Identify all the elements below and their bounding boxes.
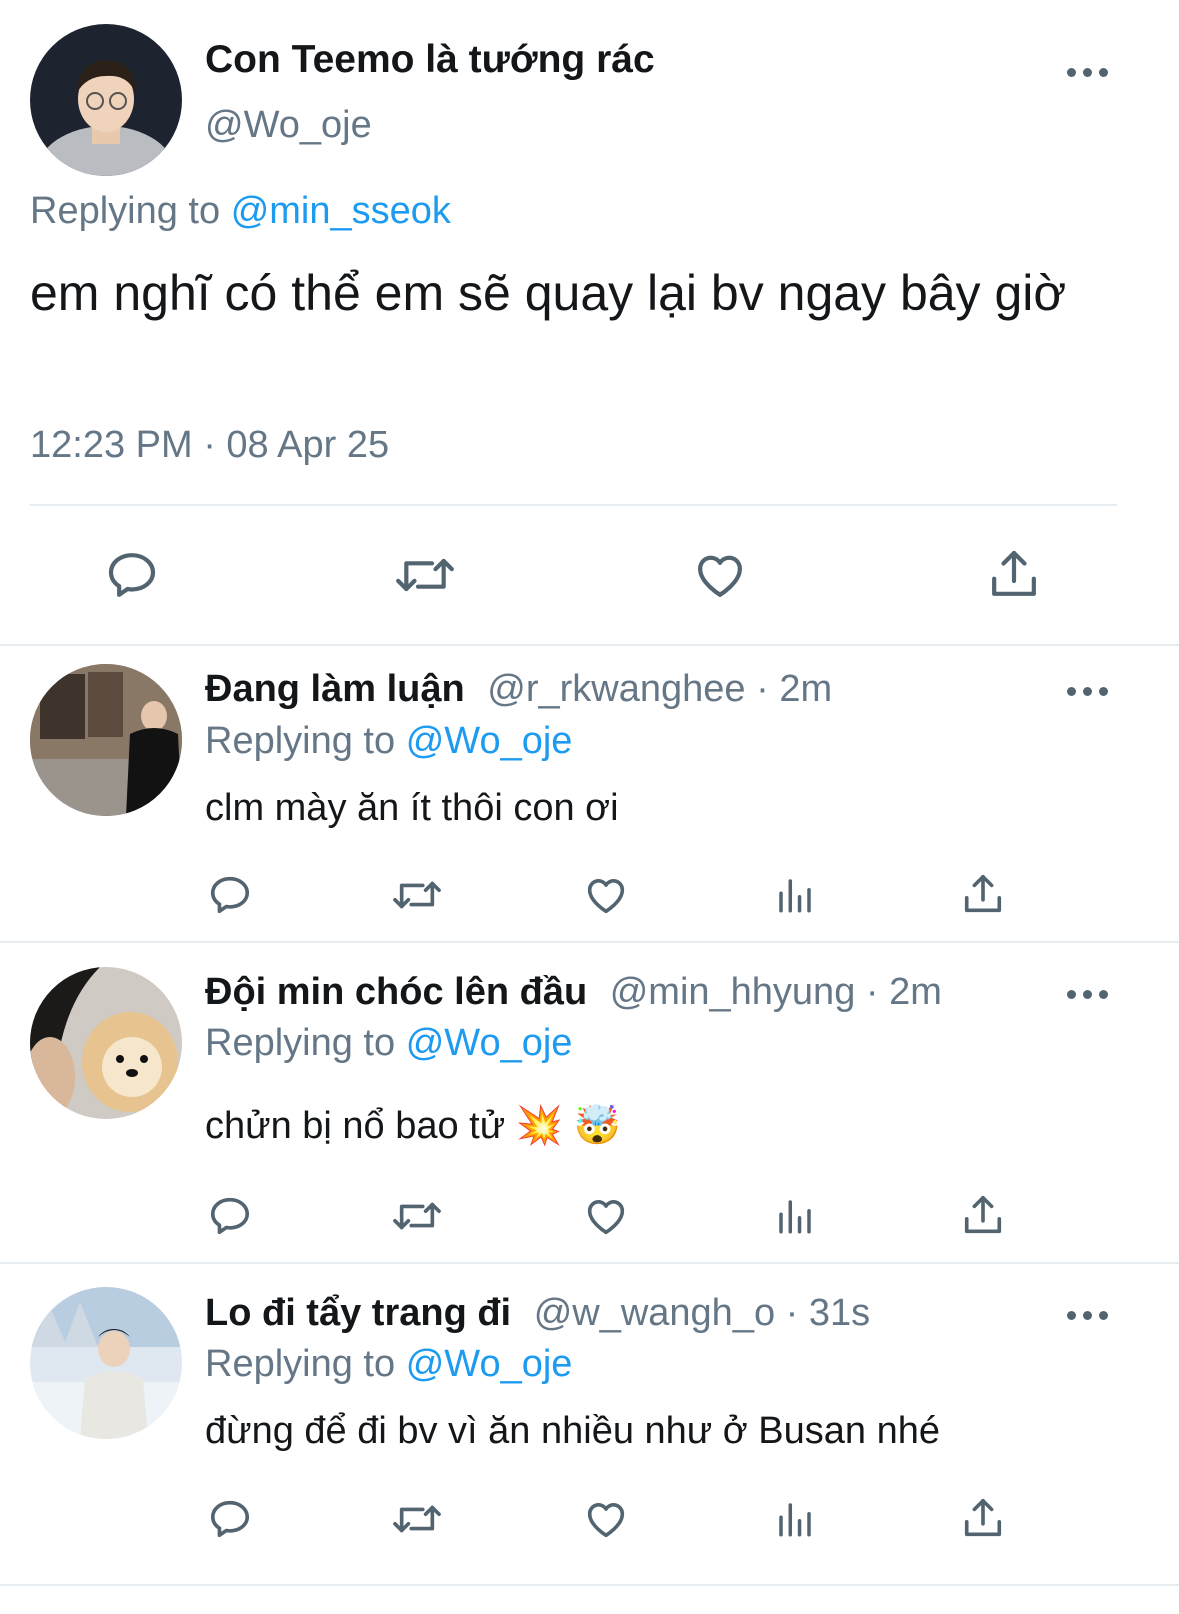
reply-display-name[interactable]: Đang làm luận <box>205 668 465 710</box>
reply-handle[interactable]: @w_wangh_o <box>534 1292 775 1334</box>
like-icon[interactable] <box>582 1496 630 1542</box>
main-replying-line: Replying to @min_sseok <box>30 190 451 233</box>
section-divider <box>0 644 1179 646</box>
reply-handle[interactable]: @min_hhyung <box>610 971 856 1013</box>
like-icon[interactable] <box>582 1193 630 1239</box>
like-icon[interactable] <box>582 872 630 918</box>
retweet-icon[interactable] <box>394 547 456 603</box>
reply-header: Đang làm luận @r_rkwanghee · 2m <box>205 668 832 711</box>
share-icon[interactable] <box>960 1191 1006 1239</box>
reply-handle[interactable]: @r_rkwanghee <box>487 668 745 710</box>
replying-prefix: Replying to <box>205 720 396 762</box>
main-timestamp[interactable]: 12:23 PM · 08 Apr 25 <box>30 424 389 467</box>
reply-text: clm mày ăn ít thôi con ơi <box>205 787 619 829</box>
reply-avatar[interactable] <box>30 664 182 816</box>
reply-icon[interactable] <box>207 1193 253 1239</box>
more-icon[interactable] <box>1067 990 1108 999</box>
reply-header: Lo đi tẩy trang đi @w_wangh_o · 31s <box>205 1292 870 1335</box>
like-icon[interactable] <box>691 547 749 603</box>
replying-handle-link[interactable]: @Wo_oje <box>406 1022 573 1064</box>
timestamp-divider <box>30 504 1117 506</box>
retweet-icon[interactable] <box>391 872 443 918</box>
replying-prefix: Replying to <box>205 1022 396 1064</box>
main-display-name[interactable]: Con Teemo là tướng rác <box>205 38 655 82</box>
analytics-icon[interactable] <box>774 1193 816 1239</box>
reply-icon[interactable] <box>207 872 253 918</box>
reply-replying-line: Replying to @Wo_oje <box>205 1343 572 1386</box>
reply-avatar[interactable] <box>30 967 182 1119</box>
more-icon[interactable] <box>1067 68 1108 77</box>
retweet-icon[interactable] <box>391 1193 443 1239</box>
reply-text: đừng để đi bv vì ăn nhiều như ở Busan nh… <box>205 1410 940 1452</box>
replying-handle-link[interactable]: @min_sseok <box>231 190 451 232</box>
replying-handle-link[interactable]: @Wo_oje <box>406 720 573 762</box>
reply-display-name[interactable]: Đội min chóc lên đầu <box>205 971 587 1013</box>
more-icon[interactable] <box>1067 687 1108 696</box>
analytics-icon[interactable] <box>774 1496 816 1542</box>
reply-display-name[interactable]: Lo đi tẩy trang đi <box>205 1292 511 1334</box>
reply-time[interactable]: · 31s <box>786 1292 870 1334</box>
reply-divider <box>0 941 1179 943</box>
analytics-icon[interactable] <box>774 872 816 918</box>
retweet-icon[interactable] <box>391 1496 443 1542</box>
main-tweet-text: em nghĩ có thể em sẽ quay lại bv ngay bâ… <box>30 265 1067 321</box>
replying-prefix: Replying to <box>205 1343 396 1385</box>
reply-icon[interactable] <box>207 1496 253 1542</box>
reply-divider <box>0 1262 1179 1264</box>
reply-time[interactable]: · 2m <box>866 971 942 1013</box>
main-handle[interactable]: @Wo_oje <box>205 104 372 147</box>
share-icon[interactable] <box>960 870 1006 918</box>
replying-prefix: Replying to <box>30 190 221 232</box>
share-icon[interactable] <box>960 1494 1006 1542</box>
reply-avatar[interactable] <box>30 1287 182 1439</box>
reply-text: chửn bị nổ bao tử 💥 🤯 <box>205 1105 621 1147</box>
reply-icon[interactable] <box>104 547 160 603</box>
reply-divider <box>0 1584 1179 1586</box>
reply-replying-line: Replying to @Wo_oje <box>205 720 572 763</box>
replying-handle-link[interactable]: @Wo_oje <box>406 1343 573 1385</box>
reply-header: Đội min chóc lên đầu @min_hhyung · 2m <box>205 971 942 1014</box>
reply-replying-line: Replying to @Wo_oje <box>205 1022 572 1065</box>
main-avatar[interactable] <box>30 24 182 176</box>
more-icon[interactable] <box>1067 1311 1108 1320</box>
reply-time[interactable]: · 2m <box>756 668 832 710</box>
share-icon[interactable] <box>986 545 1042 603</box>
